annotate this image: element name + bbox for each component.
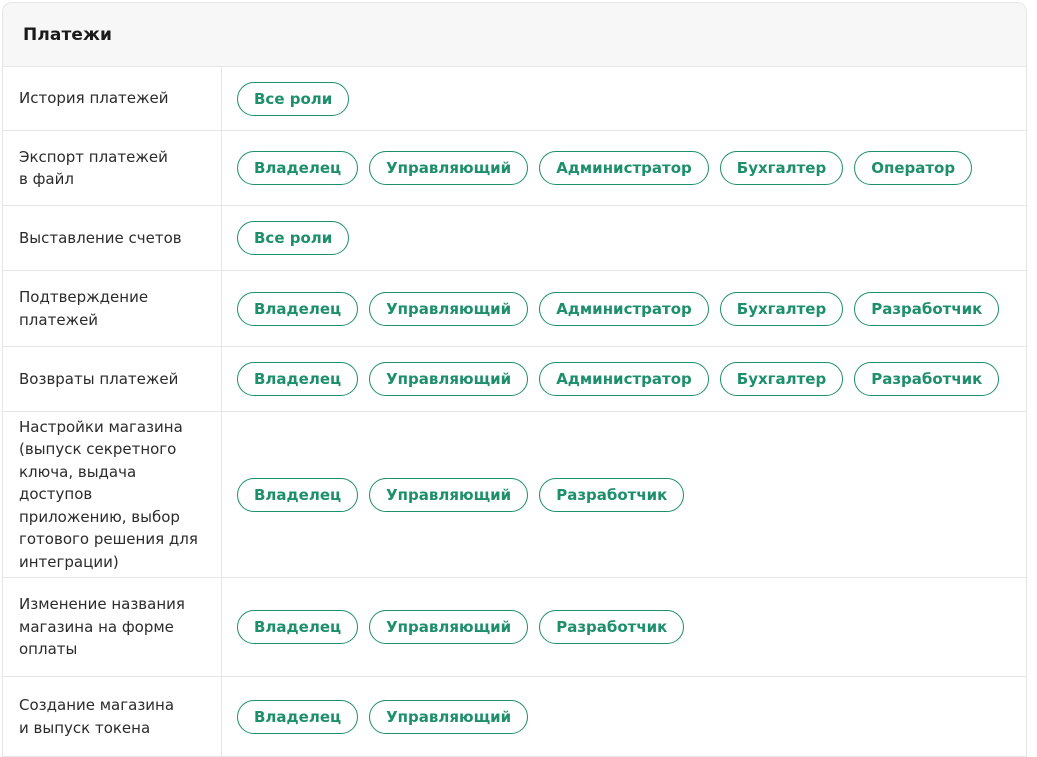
role-chip[interactable]: Администратор [539,151,709,185]
roles-cell: Владелец Управляющий Администратор Бухгалте… [222,347,1026,411]
section-title: Платежи [23,24,113,45]
table-row: Подтверждение платежей Владелец Управляющи… [3,271,1026,347]
roles-cell: Владелец Управляющий Администратор Бухгалте… [222,271,1026,346]
table-row: Изменение названия магазина на форме опл… [3,578,1026,677]
roles-cell: Владелец Управляющий Администратор Бухгалте… [222,131,1026,205]
permission-label-cell: Настройки магазина (выпуск секретного кл… [3,412,222,577]
table-row: История платежей Все роли [3,67,1026,131]
permissions-table: Платежи История платежей Все роли Экспорт … [2,2,1027,757]
table-row: Экспорт платежей в файл Владелец Управляющ… [3,131,1026,206]
permission-label-cell: Создание магазина и выпуск токена [3,677,222,756]
roles-cell: Владелец Управляющий Разработчик [222,578,1026,676]
role-chip[interactable]: Управляющий [369,362,529,396]
role-chip[interactable]: Управляющий [369,477,529,512]
table-row: Выставление счетов Все роли [3,206,1026,271]
permission-label-cell: Возвраты платежей [3,347,222,411]
role-chip[interactable]: Владелец [237,477,359,512]
permission-label: Настройки магазина (выпуск секретного кл… [19,417,198,571]
role-chip[interactable]: Все роли [237,81,350,116]
permission-label: Изменение названия магазина на форме опл… [19,595,185,659]
roles-cell: Все роли [222,67,1026,130]
role-chip[interactable]: Разработчик [539,610,685,644]
role-chip[interactable]: Управляющий [369,610,529,644]
role-chip[interactable]: Администратор [539,362,709,396]
permission-label-cell: Подтверждение платежей [3,271,222,346]
table-row: Создание магазина и выпуск токена Владеле… [3,677,1026,757]
role-chip[interactable]: Владелец [237,362,359,396]
table-row: Возвраты платежей Владелец Управляющий Адми… [3,347,1026,412]
permission-label: Экспорт платежей в файл [19,147,168,189]
role-chip[interactable]: Оператор [854,151,973,185]
roles-cell: Все роли [222,206,1026,270]
permission-label-cell: Изменение названия магазина на форме опл… [3,578,222,676]
role-chip[interactable]: Администратор [539,291,709,326]
permission-label: История платежей [19,89,169,108]
role-chip[interactable]: Бухгалтер [719,362,844,396]
roles-cell: Владелец Управляющий Разработчик [222,412,1026,577]
table-row: Настройки магазина (выпуск секретного кл… [3,412,1026,578]
role-chip[interactable]: Управляющий [369,291,529,326]
role-chip[interactable]: Разработчик [854,291,1000,326]
permission-label-cell: Выставление счетов [3,206,222,270]
role-chip[interactable]: Все роли [237,221,350,255]
section-header: Платежи [3,3,1026,67]
role-chip[interactable]: Разработчик [854,362,1000,396]
role-chip[interactable]: Бухгалтер [719,151,844,185]
role-chip[interactable]: Владелец [237,699,359,734]
role-chip[interactable]: Бухгалтер [719,291,844,326]
permission-label: Выставление счетов [19,228,182,247]
permission-label: Подтверждение платежей [19,288,149,329]
role-chip[interactable]: Владелец [237,151,359,185]
roles-cell: Владелец Управляющий [222,677,1026,756]
permission-label: Создание магазина и выпуск токена [19,696,175,737]
permission-label-cell: История платежей [3,67,222,130]
permissions-rows: История платежей Все роли Экспорт платежей… [3,67,1026,757]
role-chip[interactable]: Разработчик [539,477,685,512]
permission-label-cell: Экспорт платежей в файл [3,131,222,205]
role-chip[interactable]: Управляющий [369,151,529,185]
role-chip[interactable]: Владелец [237,291,359,326]
role-chip[interactable]: Владелец [237,610,359,644]
role-chip[interactable]: Управляющий [369,699,529,734]
permission-label: Возвраты платежей [19,369,179,388]
